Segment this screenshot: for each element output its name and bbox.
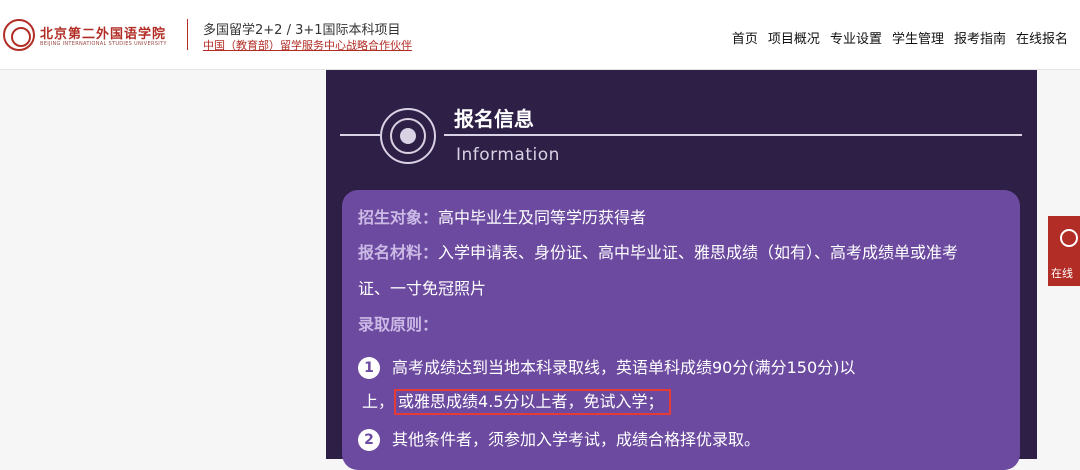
principles-label: 录取原则： [358, 315, 439, 334]
main-nav: 首页 项目概况 专业设置 学生管理 报考指南 在线报名 [732, 28, 1068, 47]
materials-row-cont: 证、一寸免冠照片 [358, 279, 487, 298]
principle-item-1: 1 高考成绩达到当地本科录取线，英语单科成绩90分(满分150分)以 [358, 354, 855, 379]
principle-2-text: 其他条件者，须参加入学考试，成绩合格择优录取。 [392, 430, 761, 449]
materials-label: 报名材料： [358, 243, 439, 262]
online-consult-label: 在线 [1051, 267, 1073, 280]
nav-majors[interactable]: 专业设置 [830, 28, 882, 47]
principle-item-2: 2 其他条件者，须参加入学考试，成绩合格择优录取。 [358, 426, 760, 451]
logo-divider [187, 19, 188, 50]
nav-online-application[interactable]: 在线报名 [1016, 28, 1068, 47]
logo-chinese-name[interactable]: 北京第二外国语学院 [40, 23, 166, 42]
program-title: 多国留学2+2 / 3+1国际本科项目 [203, 23, 401, 38]
principle-item-1-cont: 上， 或雅思成绩4.5分以上者，免试入学； [362, 388, 672, 415]
number-badge-1: 1 [358, 357, 380, 379]
materials-row: 报名材料：入学申请表、身份证、高中毕业证、雅思成绩（如有）、高考成绩单或准考 [358, 239, 958, 263]
info-panel: 报名信息 Information 招生对象：高中毕业生及同等学历获得者 报名材料… [326, 70, 1037, 470]
title-divider-left [340, 134, 380, 136]
partner-link[interactable]: 中国（教育部）留学服务中心战略合作伙伴 [203, 37, 412, 53]
site-header: 北京第二外国语学院 BEIJING INTERNATIONAL STUDIES … [0, 0, 1080, 70]
principle-1-text: 高考成绩达到当地本科录取线，英语单科成绩90分(满分150分)以 [392, 358, 856, 377]
university-emblem-icon[interactable] [3, 19, 35, 51]
target-label: 招生对象： [358, 208, 439, 227]
target-value: 高中毕业生及同等学历获得者 [438, 208, 647, 227]
info-card: 招生对象：高中毕业生及同等学历获得者 报名材料：入学申请表、身份证、高中毕业证、… [342, 190, 1020, 470]
online-consult-widget[interactable]: 在线 [1048, 216, 1080, 286]
logo-english-name: BEIJING INTERNATIONAL STUDIES UNIVERSITY [40, 41, 167, 47]
headset-icon [1060, 229, 1078, 247]
target-row: 招生对象：高中毕业生及同等学历获得者 [358, 204, 646, 228]
section-subtitle: Information [456, 145, 560, 165]
nav-overview[interactable]: 项目概况 [768, 28, 820, 47]
nav-home[interactable]: 首页 [732, 28, 758, 47]
section-title: 报名信息 [454, 107, 534, 131]
nav-student-management[interactable]: 学生管理 [892, 28, 944, 47]
nav-application-guide[interactable]: 报考指南 [954, 28, 1006, 47]
emblem-badge-icon [380, 108, 436, 164]
number-badge-2: 2 [358, 429, 380, 451]
title-divider-right [444, 134, 1022, 136]
materials-value: 入学申请表、身份证、高中毕业证、雅思成绩（如有）、高考成绩单或准考 [438, 243, 959, 262]
highlighted-ielts-text: 或雅思成绩4.5分以上者，免试入学； [394, 389, 672, 415]
